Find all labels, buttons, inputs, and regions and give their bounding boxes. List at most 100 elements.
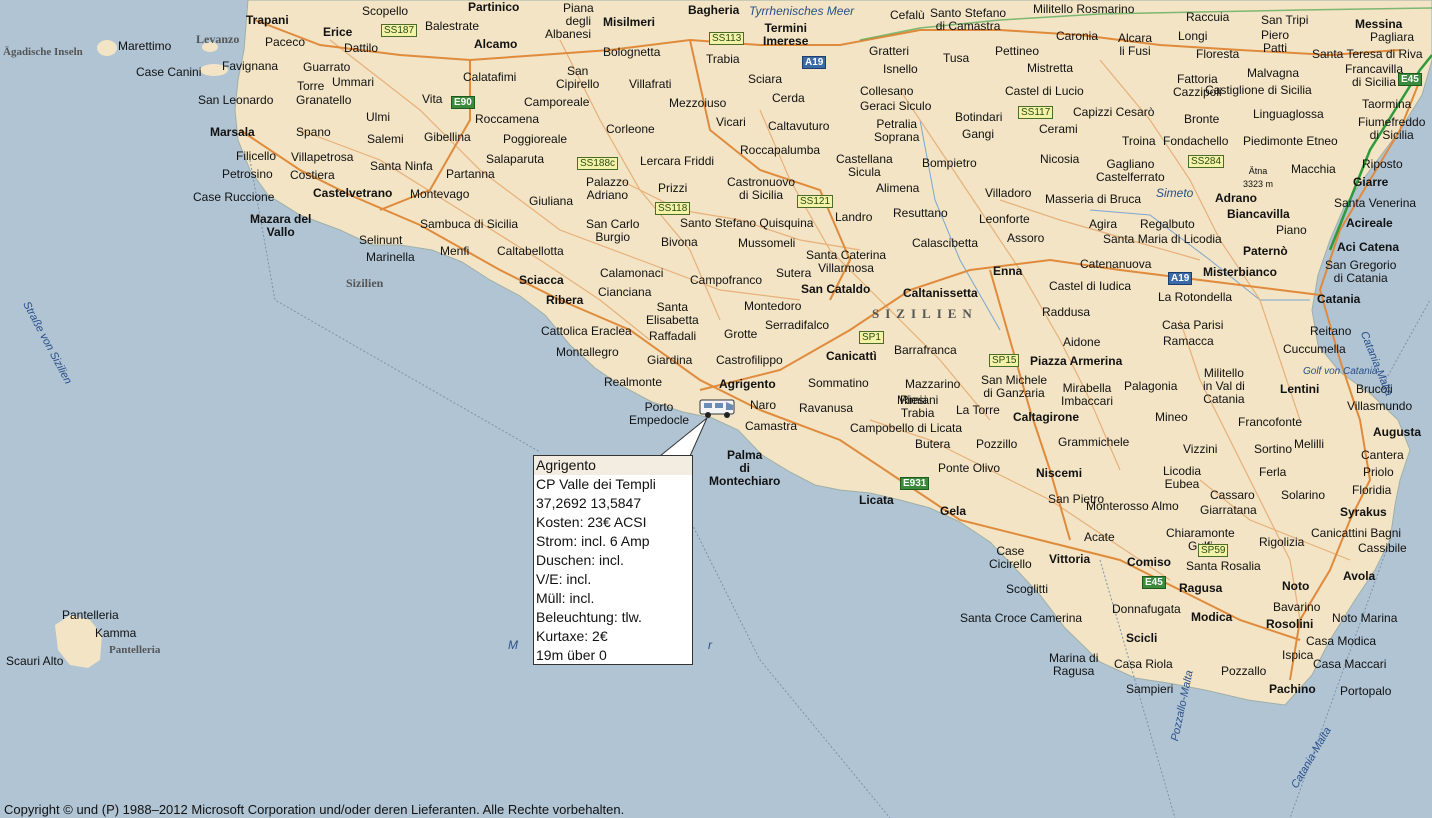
place-label-syrakus: Syrakus xyxy=(1340,505,1387,519)
place-label-linguaglossa: Linguaglossa xyxy=(1253,107,1324,121)
place-label-militellovc: Militello in Val di Catania xyxy=(1203,366,1245,406)
place-label-selinunt: Selinunt xyxy=(359,233,403,247)
place-label-grammichele: Grammichele xyxy=(1058,435,1130,449)
place-label-realmonte: Realmonte xyxy=(604,375,663,389)
place-label-santostefano: Santo Stefano di Camastra xyxy=(930,6,1007,33)
place-label-priolo: Priolo xyxy=(1363,465,1394,479)
place-label-calamonaci: Calamonaci xyxy=(600,266,664,280)
place-label-pachino: Pachino xyxy=(1269,682,1316,696)
place-label-agrigento: Agrigento xyxy=(719,377,776,391)
place-label-melilli: Melilli xyxy=(1294,437,1324,451)
place-label-castrofilippo: Castrofilippo xyxy=(716,353,783,367)
place-label-palazzo: Palazzo Adriano xyxy=(586,175,629,202)
info-popup[interactable]: Agrigento CP Valle dei Templi 37,2692 13,5… xyxy=(533,455,693,665)
place-label-longi: Longi xyxy=(1178,29,1208,43)
place-label-scoglitti: Scoglitti xyxy=(1006,582,1049,596)
place-label-castiglione: Castiglione di Sicilia xyxy=(1205,83,1312,97)
place-label-collesano: Collesano xyxy=(860,84,914,98)
road-shield: A19 xyxy=(802,56,827,69)
place-label-camporeale: Camporeale xyxy=(524,95,590,109)
place-label-licata: Licata xyxy=(859,493,894,507)
place-label-giuliana: Giuliana xyxy=(529,194,574,208)
place-label-ciancianna: Cianciana xyxy=(598,285,652,299)
place-label-filicello: Filicello xyxy=(236,149,277,163)
place-label-aidone: Aidone xyxy=(1063,335,1101,349)
place-label-niscemi: Niscemi xyxy=(1036,466,1083,480)
place-label-landro: Landro xyxy=(835,210,873,224)
road-shield: E45 xyxy=(1398,73,1422,86)
road-shield: A19 xyxy=(1168,272,1193,285)
place-label-bavarino: Bavarino xyxy=(1273,600,1321,614)
place-label-raddusa: Raddusa xyxy=(1042,305,1091,319)
popup-title: Agrigento xyxy=(534,456,692,475)
place-label-casamaccari: Casa Maccari xyxy=(1313,657,1387,671)
place-label-santarosalia: Santa Rosalia xyxy=(1186,559,1261,573)
place-label-vicari: Vicari xyxy=(716,115,746,129)
place-label-santripi: San Tripi xyxy=(1261,13,1309,27)
place-label-mittelmeer_m: M xyxy=(508,638,518,652)
place-label-notomarina: Noto Marina xyxy=(1332,611,1398,625)
place-label-canicattini: Canicattini Bagni xyxy=(1311,526,1402,540)
map-view[interactable]: Trapani Scopello Partinico Piana degli Misil… xyxy=(0,0,1432,818)
place-label-ramacca: Ramacca xyxy=(1163,334,1214,348)
place-label-troina: Troina xyxy=(1122,134,1156,148)
place-label-macchia: Macchia xyxy=(1291,162,1336,176)
place-label-resuttano: Resuttano xyxy=(893,206,948,220)
place-label-casaruccione: Case Ruccione xyxy=(193,190,275,204)
place-label-isnello: Isnello xyxy=(883,62,918,76)
place-label-cerami: Cerami xyxy=(1039,122,1078,136)
place-label-mezzojuso: Mezzoiuso xyxy=(669,96,727,110)
place-label-caronia: Caronia xyxy=(1056,29,1099,43)
place-label-scopello: Scopello xyxy=(362,4,409,18)
place-label-salaparuta: Salaparuta xyxy=(486,152,545,166)
place-label-mussomeli: Mussomeli xyxy=(738,236,796,250)
place-label-ummari: Ummari xyxy=(332,75,374,89)
place-label-latorre: La Torre xyxy=(956,403,1000,417)
place-label-caltanissetta: Caltanissetta xyxy=(903,286,978,300)
place-label-acate: Acate xyxy=(1084,530,1115,544)
place-label-lercara: Lercara Friddi xyxy=(640,154,715,168)
place-label-capizzi: Capizzi Cesarò xyxy=(1073,105,1155,119)
road-shield: SS117 xyxy=(1018,106,1054,119)
place-label-alcara: Alcara li Fusi xyxy=(1118,31,1153,58)
place-label-bagheria: Bagheria xyxy=(688,3,740,17)
place-label-calatafimi: Calatafimi xyxy=(463,70,517,84)
place-label-messina: Messina xyxy=(1355,17,1403,31)
place-label-ponteolivo: Ponte Olivo xyxy=(938,461,1001,475)
place-label-rigolizia: Rigolizia xyxy=(1259,535,1305,549)
place-label-marinella: Marinella xyxy=(366,250,415,264)
place-label-villafrati: Villafrati xyxy=(629,77,672,91)
place-label-sangregorio: San Gregorio di Catania xyxy=(1325,258,1397,285)
place-label-cuccumella: Cuccumella xyxy=(1283,342,1346,356)
place-label-etna: Ätna 3323 m xyxy=(1243,166,1274,189)
popup-row: 37,2692 13,5847 xyxy=(536,495,642,511)
place-label-casecanini: Case Canini xyxy=(136,65,202,79)
place-label-poggioreale: Poggioreale xyxy=(503,132,568,146)
place-label-biancavilla: Biancavilla xyxy=(1227,207,1290,221)
place-label-vittoria: Vittoria xyxy=(1049,552,1091,566)
popup-row: Kosten: 23€ ACSI xyxy=(536,514,647,530)
road-shield: E90 xyxy=(451,96,475,109)
place-label-castellana: Castellana Sicula xyxy=(836,152,893,179)
popup-row: Duschen: incl. xyxy=(536,552,624,568)
place-label-cefalu: Cefalù xyxy=(890,8,925,22)
place-label-palma: Palma di Montechiaro xyxy=(709,448,781,488)
place-label-caltavuturo: Caltavuturo xyxy=(768,119,830,133)
place-label-casamodica: Casa Modica xyxy=(1306,634,1377,648)
place-label-catenanuova: Catenanuova xyxy=(1080,257,1152,271)
place-label-malvagna: Malvagna xyxy=(1247,66,1300,80)
place-label-montallegro: Montallegro xyxy=(556,345,619,359)
place-label-regalbuto: Regalbuto xyxy=(1140,217,1195,231)
place-label-cassibile: Cassibile xyxy=(1358,541,1407,555)
place-label-roccapalumba: Roccapalumba xyxy=(740,143,821,157)
place-label-aegadi: Ägadische Inseln xyxy=(3,46,83,58)
place-label-pianod: Piano xyxy=(1276,223,1307,237)
place-label-petrosino: Petrosino xyxy=(222,167,273,181)
place-label-giarratana: Giarratana xyxy=(1200,503,1257,517)
place-label-raffadali: Raffadali xyxy=(649,329,697,343)
place-label-santacaterina: Santa Caterina Villarmosa xyxy=(806,248,887,275)
place-label-sizilien: Sizilien xyxy=(346,276,384,290)
place-label-scauri: Scauri Alto xyxy=(6,654,64,668)
place-label-alcamo: Alcamo xyxy=(474,37,518,51)
place-label-sancataldo: San Cataldo xyxy=(801,282,871,296)
